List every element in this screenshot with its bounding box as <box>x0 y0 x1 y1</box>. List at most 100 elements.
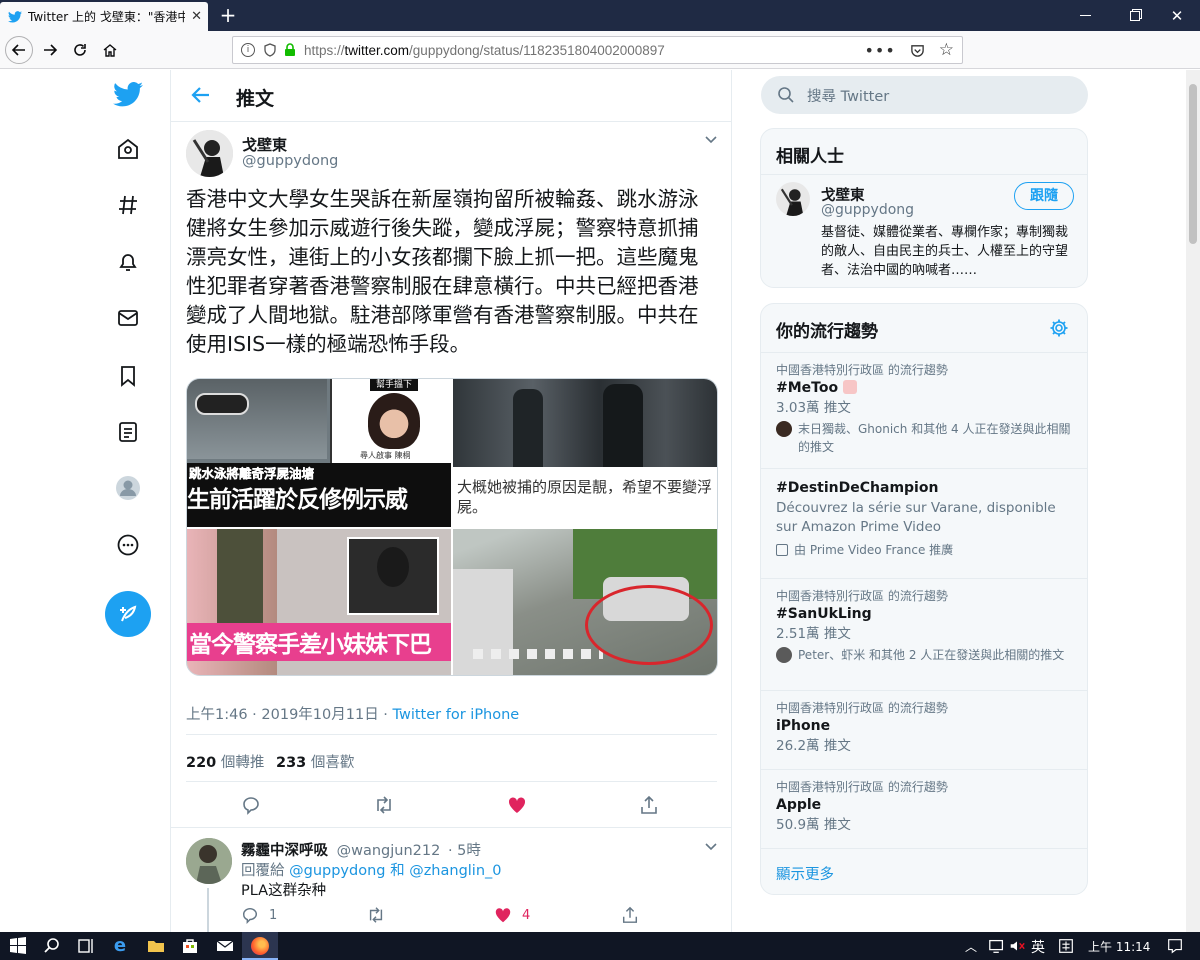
firefox-taskbar-button[interactable] <box>242 932 278 960</box>
tray-chevron-icon[interactable]: ︿ <box>965 938 977 955</box>
nav-home[interactable] <box>112 133 144 165</box>
twitter-logo-link[interactable] <box>112 78 144 110</box>
twitter-page: 推文 戈壁東 @guppydong 香港中文大學女生哭訴在新屋嶺拘留所被輪姦、跳… <box>0 70 1200 932</box>
media-image-4[interactable] <box>453 529 717 675</box>
chevron-down-icon[interactable] <box>704 842 718 852</box>
follow-button[interactable]: 跟隨 <box>1014 182 1074 210</box>
promoted-label: 由 Prime Video France 推廣 <box>776 541 1072 559</box>
edge-browser-icon[interactable]: e <box>110 936 130 956</box>
nav-more[interactable] <box>112 529 144 561</box>
reply-author-name[interactable]: 霧霾中深呼吸 <box>241 843 328 859</box>
mention-link[interactable]: @zhanglin_0 <box>409 863 501 879</box>
trend-item-promoted[interactable]: #DestinDeChampion Découvrez la série sur… <box>761 469 1087 579</box>
media-image-2[interactable]: 大概她被捕的原因是靚，希望不要變浮屍。 <box>453 379 717 527</box>
chevron-down-icon[interactable] <box>704 135 718 145</box>
forward-button[interactable] <box>36 36 64 64</box>
reply-to-line: 回覆給 @guppydong 和 @zhanglin_0 <box>241 859 502 880</box>
like-stats[interactable]: 233 個喜歡 <box>276 751 354 772</box>
gear-icon[interactable] <box>1049 318 1069 338</box>
page-title: 推文 <box>236 88 275 110</box>
search-box[interactable]: 搜尋 Twitter <box>761 76 1088 114</box>
like-button[interactable] <box>507 795 527 815</box>
page-scrollbar[interactable] <box>1186 70 1200 932</box>
tweet-media-grid[interactable]: 幫手搵下 尋人啟事 陳桐 跳水泳將離奇浮屍油塘 生前活躍於反修例示威 大概她被捕… <box>186 378 718 676</box>
source-link[interactable]: Twitter for iPhone <box>393 707 520 723</box>
author-name[interactable]: 戈壁東 <box>242 134 287 155</box>
mention-link[interactable]: @guppydong <box>289 863 385 879</box>
reply-share-button[interactable] <box>621 906 639 924</box>
tracking-shield-icon[interactable] <box>263 43 277 57</box>
retweet-button[interactable] <box>373 795 395 815</box>
related-people-title: 相關人士 <box>761 129 1087 175</box>
reply-reply-button[interactable]: 1 <box>241 906 277 924</box>
tab-close-icon[interactable]: ✕ <box>191 9 202 24</box>
trend-people: 末日獨裁、Ghonich 和其他 4 人正在發送與此相關的推文 <box>776 420 1072 456</box>
related-user-handle[interactable]: @guppydong <box>821 202 914 218</box>
address-bar[interactable]: i https://twitter.com/guppydong/status/1… <box>232 36 963 64</box>
timestamp-text[interactable]: 上午1:46 · 2019年10月11日 · <box>186 707 393 723</box>
close-window-button[interactable]: ✕ <box>1154 0 1200 31</box>
back-button[interactable] <box>5 36 33 64</box>
related-user-avatar[interactable] <box>776 182 810 216</box>
related-user-bio: 基督徒、媒體從業者、專欄作家；專制獨裁的敵人、自由民主的兵士、人權至上的守望者、… <box>821 225 1069 278</box>
trend-item[interactable]: 中國香港特別行政區 的流行趨勢 Apple 50.9萬 推文 <box>761 770 1087 849</box>
pocket-icon[interactable] <box>910 43 925 58</box>
reply-button[interactable] <box>241 795 261 815</box>
volume-muted-icon[interactable] <box>1008 937 1026 955</box>
nav-lists[interactable] <box>112 416 144 448</box>
media-image-1[interactable]: 幫手搵下 尋人啟事 陳桐 跳水泳將離奇浮屍油塘 生前活躍於反修例示威 <box>187 379 451 527</box>
input-method-icon[interactable] <box>1057 937 1075 955</box>
trend-people-text: 末日獨裁、Ghonich 和其他 4 人正在發送與此相關的推文 <box>798 422 1071 454</box>
new-tab-button[interactable]: + <box>216 4 240 28</box>
file-explorer-icon[interactable] <box>146 936 166 956</box>
search-icon[interactable] <box>42 936 62 956</box>
reload-button[interactable] <box>66 36 94 64</box>
trend-name: Apple <box>776 797 822 813</box>
trend-count: 3.03萬 推文 <box>776 400 851 416</box>
reload-icon <box>74 44 86 56</box>
media-image-3[interactable]: 當今警察手差小妹妹下巴 <box>187 529 451 675</box>
firefox-icon <box>251 937 269 955</box>
restore-button[interactable] <box>1112 0 1158 31</box>
show-more-link[interactable]: 顯示更多 <box>761 849 1087 894</box>
nav-notifications[interactable] <box>112 246 144 278</box>
reply-author-avatar[interactable] <box>186 838 232 884</box>
compose-tweet-button[interactable] <box>105 591 151 637</box>
reply-time[interactable]: · 5時 <box>448 843 481 859</box>
store-icon[interactable] <box>180 936 200 956</box>
scrollbar-thumb[interactable] <box>1189 84 1197 244</box>
reply-like-button[interactable]: 4 <box>494 906 530 924</box>
trend-count: 2.51萬 推文 <box>776 626 851 642</box>
author-avatar[interactable] <box>186 130 233 177</box>
url-text[interactable]: https://twitter.com/guppydong/status/118… <box>304 43 665 58</box>
reply-author-handle[interactable]: @wangjun212 <box>337 843 441 859</box>
nav-explore[interactable] <box>112 189 144 221</box>
share-button[interactable] <box>639 795 659 815</box>
author-handle[interactable]: @guppydong <box>242 153 338 169</box>
nav-messages[interactable] <box>112 302 144 334</box>
bookmark-star-icon[interactable]: ☆ <box>939 40 954 60</box>
mail-icon[interactable] <box>215 936 235 956</box>
network-icon[interactable] <box>988 937 1006 955</box>
clock[interactable]: 上午 11:14 <box>1088 938 1150 955</box>
back-arrow-icon[interactable] <box>191 86 211 104</box>
trend-item[interactable]: 中國香港特別行政區 的流行趨勢 #SanUkLing 2.51萬 推文 Pete… <box>761 579 1087 691</box>
page-actions-icon[interactable]: ••• <box>864 41 895 60</box>
browser-tab[interactable]: Twitter 上的 戈壁東："香港中文 ✕ <box>0 2 208 31</box>
divider <box>171 827 732 828</box>
windows-start-icon[interactable] <box>8 936 28 956</box>
trend-item[interactable]: 中國香港特別行政區 的流行趨勢 #MeToo 3.03萬 推文 末日獨裁、Gho… <box>761 353 1087 469</box>
nav-profile[interactable] <box>112 472 144 504</box>
lock-icon[interactable] <box>284 43 296 57</box>
trend-item[interactable]: 中國香港特別行政區 的流行趨勢 iPhone 26.2萬 推文 <box>761 691 1087 770</box>
ime-indicator[interactable]: 英 <box>1031 937 1045 957</box>
notification-center-icon[interactable] <box>1166 937 1184 955</box>
home-button[interactable] <box>96 36 124 64</box>
task-view-icon[interactable] <box>76 936 96 956</box>
reply-retweet-button[interactable] <box>366 906 386 924</box>
minimize-button[interactable] <box>1062 0 1108 31</box>
info-icon[interactable]: i <box>241 43 255 57</box>
retweet-stats[interactable]: 220 個轉推 <box>186 751 264 772</box>
nav-bookmarks[interactable] <box>112 360 144 392</box>
browser-toolbar: i https://twitter.com/guppydong/status/1… <box>0 31 1200 90</box>
